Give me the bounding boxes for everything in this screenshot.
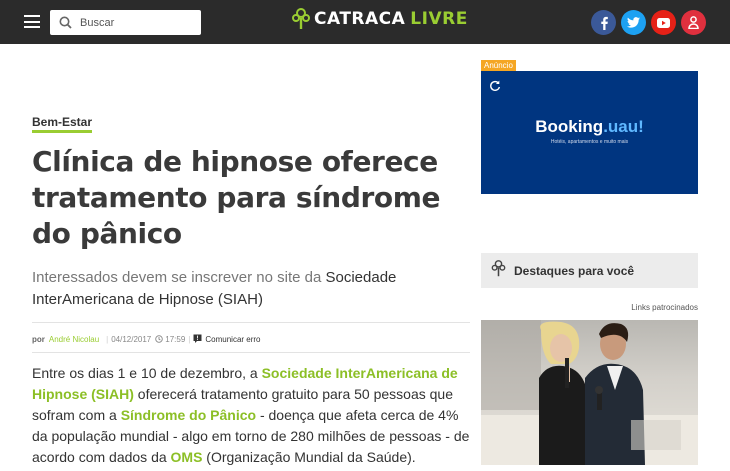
byline-prefix: por [32, 335, 45, 344]
publish-date: 04/12/2017 [111, 335, 152, 344]
author-link[interactable]: André Nicolau [49, 335, 99, 344]
tree-icon [491, 259, 506, 282]
article-meta: por André Nicolau | 04/12/2017 17:59 | C… [32, 334, 261, 345]
featured-title: Destaques para você [514, 263, 635, 278]
article-title: Clínica de hipnose oferece tratamento pa… [32, 145, 441, 250]
divider: | [188, 335, 191, 344]
body-text: Entre os dias 1 e 10 de dezembro, a [32, 365, 262, 381]
ad-brand-main: Booking [535, 117, 604, 136]
logo-icon [292, 8, 310, 29]
publish-time: 17:59 [165, 335, 186, 344]
body-text: (Organização Mundial da Saúde). [202, 449, 416, 465]
article-body: Entre os dias 1 e 10 de dezembro, a Soci… [32, 363, 472, 468]
logo-text-primary: CATRACA [314, 9, 406, 29]
menu-icon[interactable] [24, 15, 40, 28]
ad-banner[interactable]: Booking.uau! Hotéis, apartamentos e muit… [481, 71, 698, 194]
report-error-link[interactable]: Comunicar erro [205, 335, 260, 344]
search-input[interactable] [80, 16, 190, 29]
ad-brand-accent: .uau! [603, 117, 644, 136]
search-icon[interactable] [50, 16, 80, 29]
facebook-icon[interactable] [591, 10, 616, 35]
category-tag[interactable]: Bem-Estar [32, 115, 93, 133]
divider [32, 352, 470, 353]
report-error-icon[interactable] [193, 334, 202, 345]
ad-label: Anúncio [481, 60, 516, 71]
featured-header: Destaques para você [481, 253, 698, 288]
article-subtitle: Interessados devem se inscrever no site … [32, 267, 432, 311]
subtitle-text: Interessados devem se inscrever no site … [32, 269, 326, 286]
sponsored-links-label: Links patrocinados [631, 303, 698, 312]
refresh-icon[interactable] [489, 79, 501, 97]
ad-brand: Booking.uau! [481, 117, 698, 137]
ad-tagline: Hotéis, apartamentos e muito mais [550, 139, 629, 145]
body-link-panico[interactable]: Síndrome do Pânico [121, 407, 256, 423]
divider [32, 322, 470, 323]
clock-icon [155, 334, 164, 345]
body-link-oms[interactable]: OMS [171, 449, 203, 465]
top-bar: CATRACA LIVRE [0, 0, 730, 44]
site-logo[interactable]: CATRACA LIVRE [292, 8, 468, 30]
youtube-icon[interactable] [651, 10, 676, 35]
logo-text-secondary: LIVRE [410, 9, 468, 29]
sponsored-image[interactable] [481, 320, 698, 465]
search-box[interactable] [50, 10, 201, 35]
user-icon[interactable] [681, 10, 706, 35]
divider: | [106, 335, 109, 344]
twitter-icon[interactable] [621, 10, 646, 35]
